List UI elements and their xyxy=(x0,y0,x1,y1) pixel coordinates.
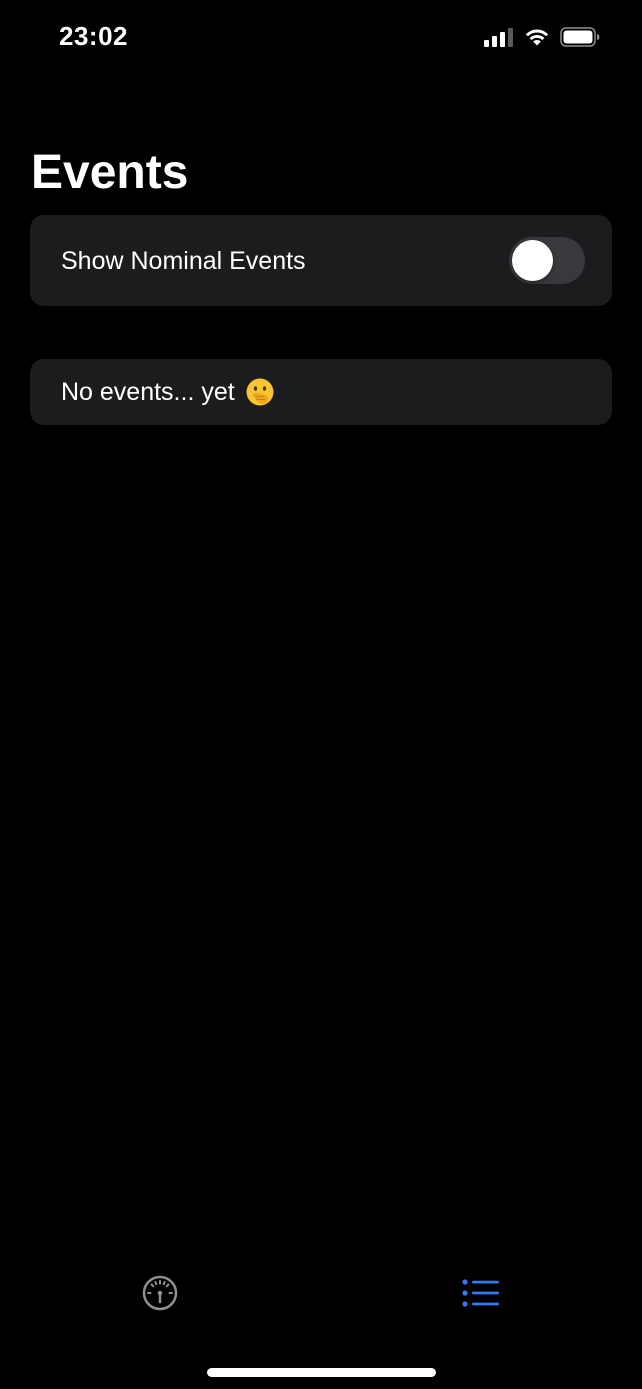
show-nominal-events-label: Show Nominal Events xyxy=(61,247,306,275)
battery-icon xyxy=(560,27,600,47)
toggle-knob xyxy=(512,240,553,281)
face-with-hand-over-mouth-icon xyxy=(246,378,274,406)
list-icon xyxy=(462,1279,499,1307)
tab-bar xyxy=(0,1255,642,1335)
gauge-icon xyxy=(142,1275,178,1311)
status-bar: 23:02 xyxy=(0,0,642,74)
empty-state-row: No events... yet xyxy=(61,376,275,408)
events-empty-state: No events... yet xyxy=(30,359,612,425)
empty-state-message: No events... yet xyxy=(61,378,235,406)
page-title: Events xyxy=(31,146,189,199)
home-indicator[interactable] xyxy=(207,1368,436,1377)
status-time: 23:02 xyxy=(59,21,128,51)
tab-events-list[interactable] xyxy=(461,1273,501,1313)
status-icons xyxy=(484,24,600,50)
tab-gauge[interactable] xyxy=(140,1273,180,1313)
show-nominal-events-toggle[interactable] xyxy=(509,237,585,284)
cellular-signal-icon xyxy=(484,28,513,47)
show-nominal-events-row: Show Nominal Events xyxy=(30,215,612,306)
wifi-icon xyxy=(525,29,549,46)
